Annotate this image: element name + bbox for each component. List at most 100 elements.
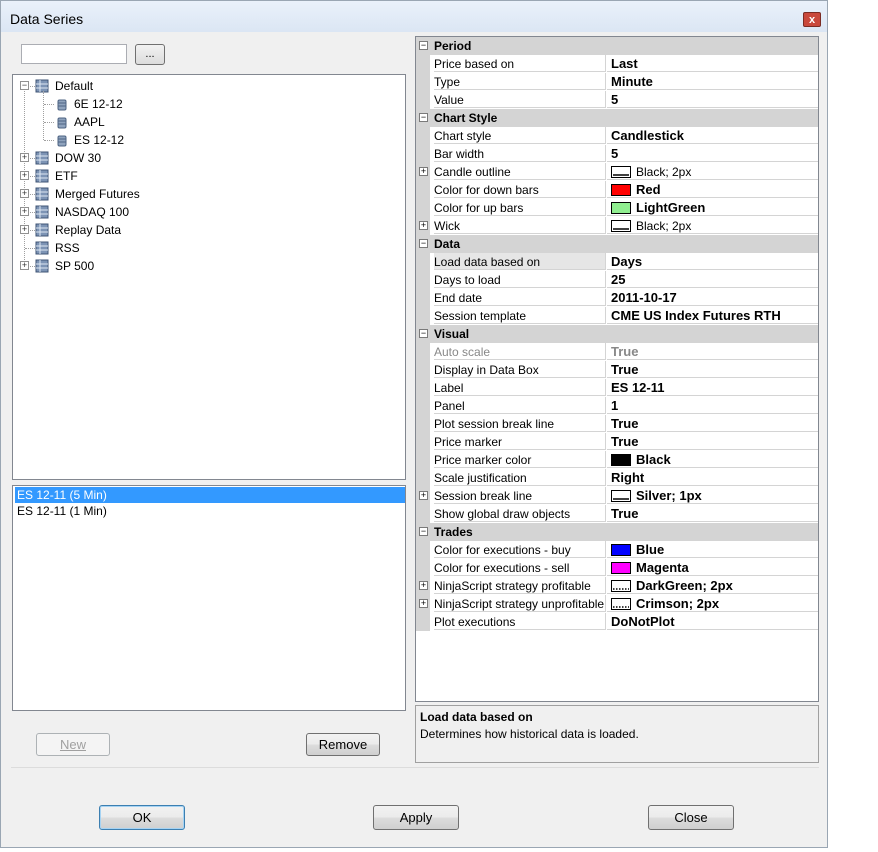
tree-child-item[interactable]: 6E 12-12 [13,95,393,113]
tree-item[interactable]: + SP 500 [13,257,393,275]
expand-icon[interactable]: + [20,189,29,198]
property-value[interactable]: ES 12-11 [607,379,818,396]
property-value[interactable]: 25 [607,271,818,288]
tree-item[interactable]: + NASDAQ 100 [13,203,393,221]
instrument-search-input[interactable] [21,44,127,64]
tree-item[interactable]: + Merged Futures [13,185,393,203]
expand-icon[interactable]: + [20,153,29,162]
property-row[interactable]: Session template CME US Index Futures RTH [416,307,818,325]
property-row[interactable]: Auto scale True [416,343,818,361]
property-value[interactable]: Candlestick [607,127,818,144]
property-value[interactable]: Black; 2px [607,163,818,180]
property-row[interactable]: + Candle outline Black; 2px [416,163,818,181]
property-category[interactable]: − Visual [416,325,818,343]
collapse-icon[interactable]: − [419,329,428,338]
property-row[interactable]: Price based on Last [416,55,818,73]
property-value[interactable]: Crimson; 2px [607,595,818,612]
tree-item[interactable]: + Replay Data [13,221,393,239]
property-row[interactable]: Price marker color Black [416,451,818,469]
property-value[interactable]: True [607,433,818,450]
property-value[interactable]: 5 [607,91,818,108]
property-value[interactable]: True [607,415,818,432]
property-value[interactable]: Last [607,55,818,72]
tree-child-item[interactable]: ES 12-12 [13,131,393,149]
ok-button[interactable]: OK [99,805,185,830]
expand-icon[interactable]: + [419,599,428,608]
collapse-icon[interactable]: − [419,239,428,248]
property-value[interactable]: Blue [607,541,818,558]
data-series-item[interactable]: ES 12-11 (5 Min) [15,487,405,503]
browse-button[interactable]: ... [135,44,165,65]
instrument-tree[interactable]: − Default 6E 12-12 AAPL ES 12-12 + DOW 30 + ETF +… [12,74,406,480]
property-row[interactable]: Type Minute [416,73,818,91]
property-row[interactable]: Color for executions - buy Blue [416,541,818,559]
tree-item[interactable]: RSS [13,239,393,257]
property-grid[interactable]: − Period Price based on Last Type Minute Value… [415,36,819,702]
property-value[interactable]: True [607,505,818,522]
property-row[interactable]: Plot executions DoNotPlot [416,613,818,631]
property-value[interactable]: 2011-10-17 [607,289,818,306]
property-row[interactable]: Load data based on Days [416,253,818,271]
property-value[interactable]: Magenta [607,559,818,576]
property-row[interactable]: Panel 1 [416,397,818,415]
property-value[interactable]: Red [607,181,818,198]
property-row[interactable]: Color for executions - sell Magenta [416,559,818,577]
expand-icon[interactable]: + [419,167,428,176]
apply-button[interactable]: Apply [373,805,459,830]
property-row[interactable]: Scale justification Right [416,469,818,487]
property-row[interactable]: Value 5 [416,91,818,109]
property-row[interactable]: + NinjaScript strategy profitable DarkGree… [416,577,818,595]
property-value[interactable]: Days [607,253,818,270]
property-row[interactable]: Bar width 5 [416,145,818,163]
property-category[interactable]: − Data [416,235,818,253]
collapse-icon[interactable]: − [419,527,428,536]
property-value[interactable]: 1 [607,397,818,414]
property-category[interactable]: − Trades [416,523,818,541]
property-row[interactable]: + NinjaScript strategy unprofitable Crimso… [416,595,818,613]
close-window-button[interactable]: x [803,12,821,27]
expand-icon[interactable]: + [20,207,29,216]
new-button[interactable]: New [36,733,110,756]
property-row[interactable]: Show global draw objects True [416,505,818,523]
property-value[interactable]: Black; 2px [607,217,818,234]
property-value[interactable]: 5 [607,145,818,162]
expand-icon[interactable]: + [20,225,29,234]
property-value[interactable]: Minute [607,73,818,90]
property-category[interactable]: − Period [416,37,818,55]
property-value[interactable]: LightGreen [607,199,818,216]
property-category[interactable]: − Chart Style [416,109,818,127]
tree-item[interactable]: − Default [13,77,393,95]
property-row[interactable]: Price marker True [416,433,818,451]
expand-icon[interactable]: + [419,581,428,590]
expand-icon[interactable]: + [419,491,428,500]
property-row[interactable]: Label ES 12-11 [416,379,818,397]
property-row[interactable]: Plot session break line True [416,415,818,433]
property-row[interactable]: Days to load 25 [416,271,818,289]
tree-child-item[interactable]: AAPL [13,113,393,131]
expand-icon[interactable]: + [20,171,29,180]
remove-button[interactable]: Remove [306,733,380,756]
property-row[interactable]: + Session break line Silver; 1px [416,487,818,505]
property-value[interactable]: Black [607,451,818,468]
property-value[interactable]: Silver; 1px [607,487,818,504]
tree-item[interactable]: + ETF [13,167,393,185]
property-value[interactable]: DoNotPlot [607,613,818,630]
property-value[interactable]: True [607,343,818,360]
property-row[interactable]: End date 2011-10-17 [416,289,818,307]
property-row[interactable]: Chart style Candlestick [416,127,818,145]
property-row[interactable]: + Wick Black; 2px [416,217,818,235]
property-row[interactable]: Color for up bars LightGreen [416,199,818,217]
property-value[interactable]: Right [607,469,818,486]
property-value[interactable]: CME US Index Futures RTH [607,307,818,324]
close-button[interactable]: Close [648,805,734,830]
collapse-icon[interactable]: − [419,113,428,122]
collapse-icon[interactable]: − [20,81,29,90]
tree-item[interactable]: + DOW 30 [13,149,393,167]
property-row[interactable]: Display in Data Box True [416,361,818,379]
expand-icon[interactable]: + [419,221,428,230]
data-series-item[interactable]: ES 12-11 (1 Min) [15,503,405,519]
property-row[interactable]: Color for down bars Red [416,181,818,199]
collapse-icon[interactable]: − [419,41,428,50]
property-value[interactable]: True [607,361,818,378]
data-series-list[interactable]: ES 12-11 (5 Min) ES 12-11 (1 Min) [12,485,406,711]
